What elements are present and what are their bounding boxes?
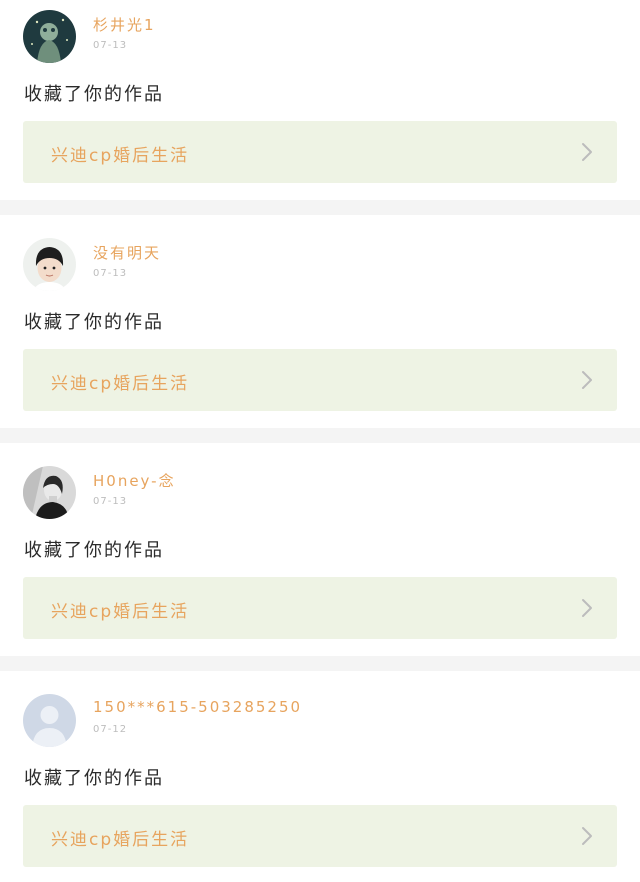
avatar[interactable] bbox=[23, 238, 76, 291]
work-title: 兴迪cp婚后生活 bbox=[51, 602, 190, 622]
work-title: 兴迪cp婚后生活 bbox=[51, 830, 190, 850]
work-title: 兴迪cp婚后生活 bbox=[51, 374, 190, 394]
work-link[interactable]: 兴迪cp婚后生活 bbox=[23, 121, 617, 183]
notification-feed: 杉井光1 07-13 收藏了你的作品 兴迪cp婚后生活 没有明天 07-13 收… bbox=[0, 0, 640, 882]
timestamp: 07-12 bbox=[93, 724, 128, 735]
notification-card: 杉井光1 07-13 收藏了你的作品 兴迪cp婚后生活 bbox=[0, 0, 640, 228]
notification-card: 150***615-503285250 07-12 收藏了你的作品 兴迪cp婚后… bbox=[0, 684, 640, 882]
work-title: 兴迪cp婚后生活 bbox=[51, 146, 190, 166]
username[interactable]: 杉井光1 bbox=[93, 14, 156, 35]
work-link[interactable]: 兴迪cp婚后生活 bbox=[23, 805, 617, 867]
action-text: 收藏了你的作品 bbox=[24, 84, 164, 105]
notification-card: H0ney-念 07-13 收藏了你的作品 兴迪cp婚后生活 bbox=[0, 456, 640, 684]
boy-photo-avatar-icon bbox=[23, 238, 76, 291]
action-text: 收藏了你的作品 bbox=[24, 540, 164, 561]
notification-card: 没有明天 07-13 收藏了你的作品 兴迪cp婚后生活 bbox=[0, 228, 640, 456]
username[interactable]: H0ney-念 bbox=[93, 470, 176, 491]
timestamp: 07-13 bbox=[93, 40, 128, 51]
separator bbox=[0, 428, 640, 443]
avatar[interactable] bbox=[23, 10, 76, 63]
default-user-avatar-icon bbox=[23, 694, 76, 747]
action-text: 收藏了你的作品 bbox=[24, 768, 164, 789]
avatar[interactable] bbox=[23, 694, 76, 747]
username[interactable]: 没有明天 bbox=[93, 242, 161, 263]
cartoon-character-avatar-icon bbox=[23, 10, 76, 63]
separator bbox=[0, 200, 640, 215]
timestamp: 07-13 bbox=[93, 268, 128, 279]
chevron-right-icon bbox=[582, 599, 592, 617]
chevron-right-icon bbox=[582, 371, 592, 389]
work-link[interactable]: 兴迪cp婚后生活 bbox=[23, 577, 617, 639]
username[interactable]: 150***615-503285250 bbox=[93, 698, 302, 716]
action-text: 收藏了你的作品 bbox=[24, 312, 164, 333]
chevron-right-icon bbox=[582, 143, 592, 161]
avatar[interactable] bbox=[23, 466, 76, 519]
timestamp: 07-13 bbox=[93, 496, 128, 507]
separator bbox=[0, 656, 640, 671]
chevron-right-icon bbox=[582, 827, 592, 845]
monochrome-photo-avatar-icon bbox=[23, 466, 76, 519]
work-link[interactable]: 兴迪cp婚后生活 bbox=[23, 349, 617, 411]
